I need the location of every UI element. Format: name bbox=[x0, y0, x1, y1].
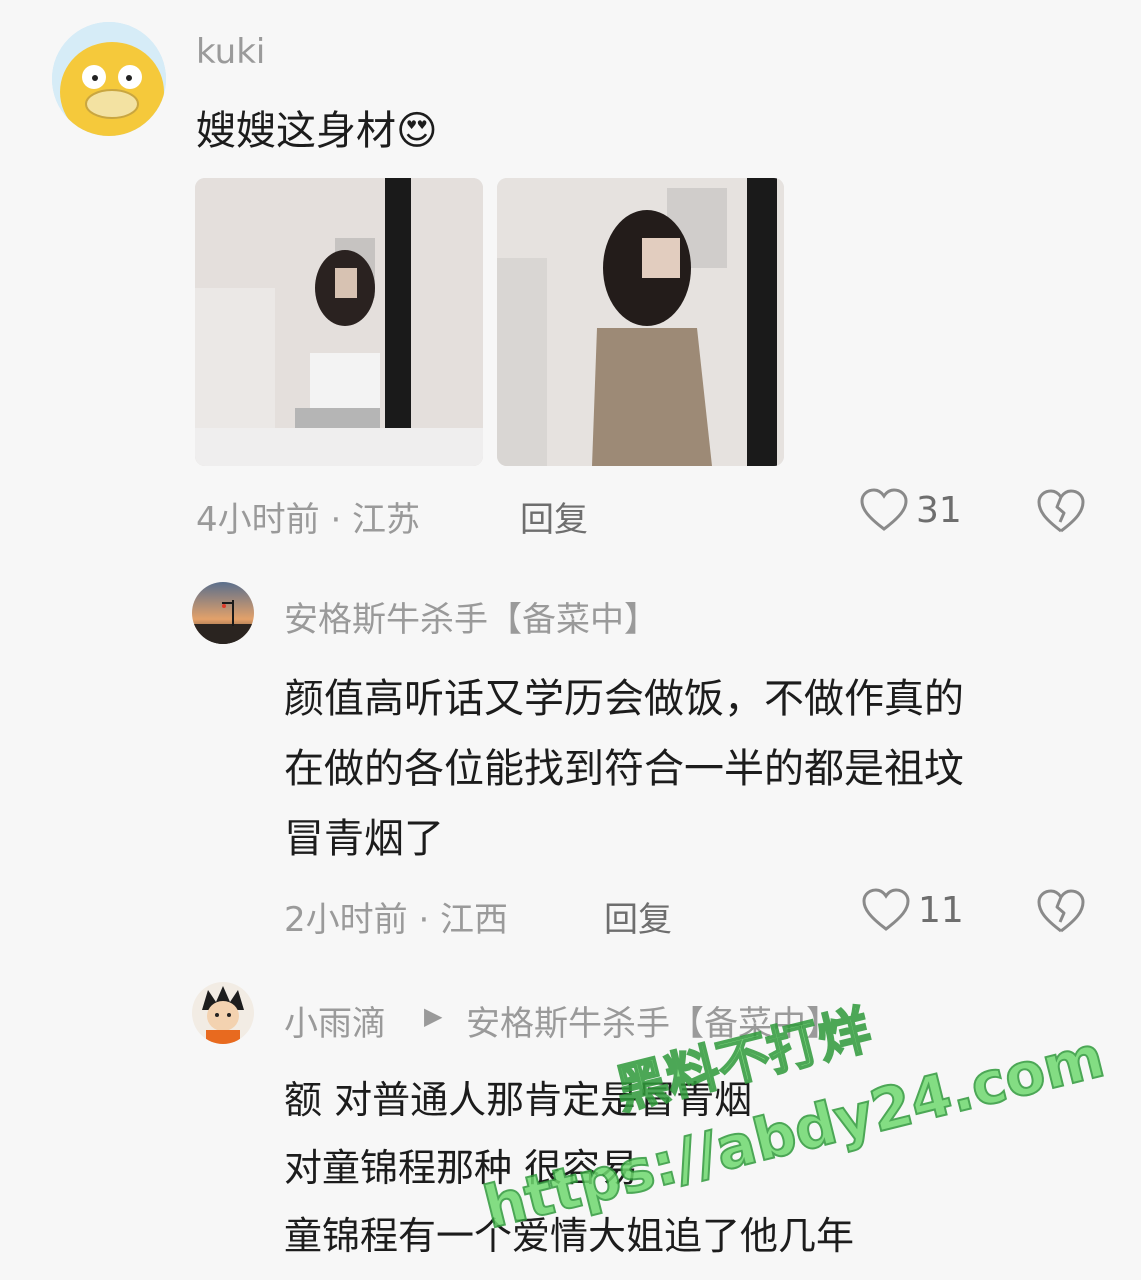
mirror-selfie-photo-1 bbox=[195, 178, 483, 466]
comment-text: 嫂嫂这身材😍 bbox=[196, 108, 438, 154]
avatar[interactable] bbox=[52, 22, 166, 136]
comment-text-line: 在做的各位能找到符合一半的都是祖坟 bbox=[284, 746, 964, 792]
reply-arrow-icon: ▶ bbox=[424, 1002, 443, 1030]
cartoon-boy-avatar-icon bbox=[192, 982, 254, 1044]
heart-eyes-emoji-icon: 😍 bbox=[396, 108, 438, 154]
comment-time-location: 4小时前 · 江苏 bbox=[196, 500, 421, 540]
psyduck-avatar-icon bbox=[52, 22, 166, 136]
avatar[interactable] bbox=[192, 982, 254, 1044]
mirror-selfie-photo-2 bbox=[497, 178, 784, 466]
comment-text: 颜值高听话又学历会做饭，不做作真的 在做的各位能找到符合一半的都是祖坟 冒青烟了 bbox=[284, 664, 964, 874]
like-count: 31 bbox=[916, 489, 962, 531]
comment-photo[interactable] bbox=[497, 178, 784, 466]
like-count: 11 bbox=[918, 889, 964, 931]
broken-heart-icon bbox=[1037, 489, 1085, 533]
comment-author[interactable]: 安格斯牛杀手【备菜中】 bbox=[284, 592, 658, 641]
comment-text-line: 颜值高听话又学历会做饭，不做作真的 bbox=[284, 676, 964, 722]
heart-outline-icon bbox=[860, 488, 908, 531]
comment-author[interactable]: kuki bbox=[196, 32, 265, 72]
comment-text-line: 冒青烟了 bbox=[284, 816, 444, 862]
reply-button[interactable]: 回复 bbox=[520, 492, 588, 541]
dislike-button[interactable] bbox=[1036, 888, 1086, 934]
comment-author[interactable]: 小雨滴 bbox=[284, 996, 386, 1045]
avatar[interactable] bbox=[192, 582, 254, 644]
heart-outline-icon bbox=[862, 888, 910, 931]
broken-heart-icon bbox=[1037, 889, 1085, 933]
comment-thread: kuki 嫂嫂这身材😍 4小时前 · 江苏 回复 31 安格斯牛杀手【备菜中】 … bbox=[0, 0, 1141, 1280]
dislike-button[interactable] bbox=[1036, 488, 1086, 534]
like-button[interactable]: 11 bbox=[862, 888, 964, 932]
comment-photo[interactable] bbox=[195, 178, 483, 466]
like-button[interactable]: 31 bbox=[860, 488, 962, 532]
reply-button[interactable]: 回复 bbox=[604, 892, 672, 941]
comment-time-location: 2小时前 · 江西 bbox=[284, 900, 509, 940]
sunset-street-avatar-icon bbox=[192, 582, 254, 644]
